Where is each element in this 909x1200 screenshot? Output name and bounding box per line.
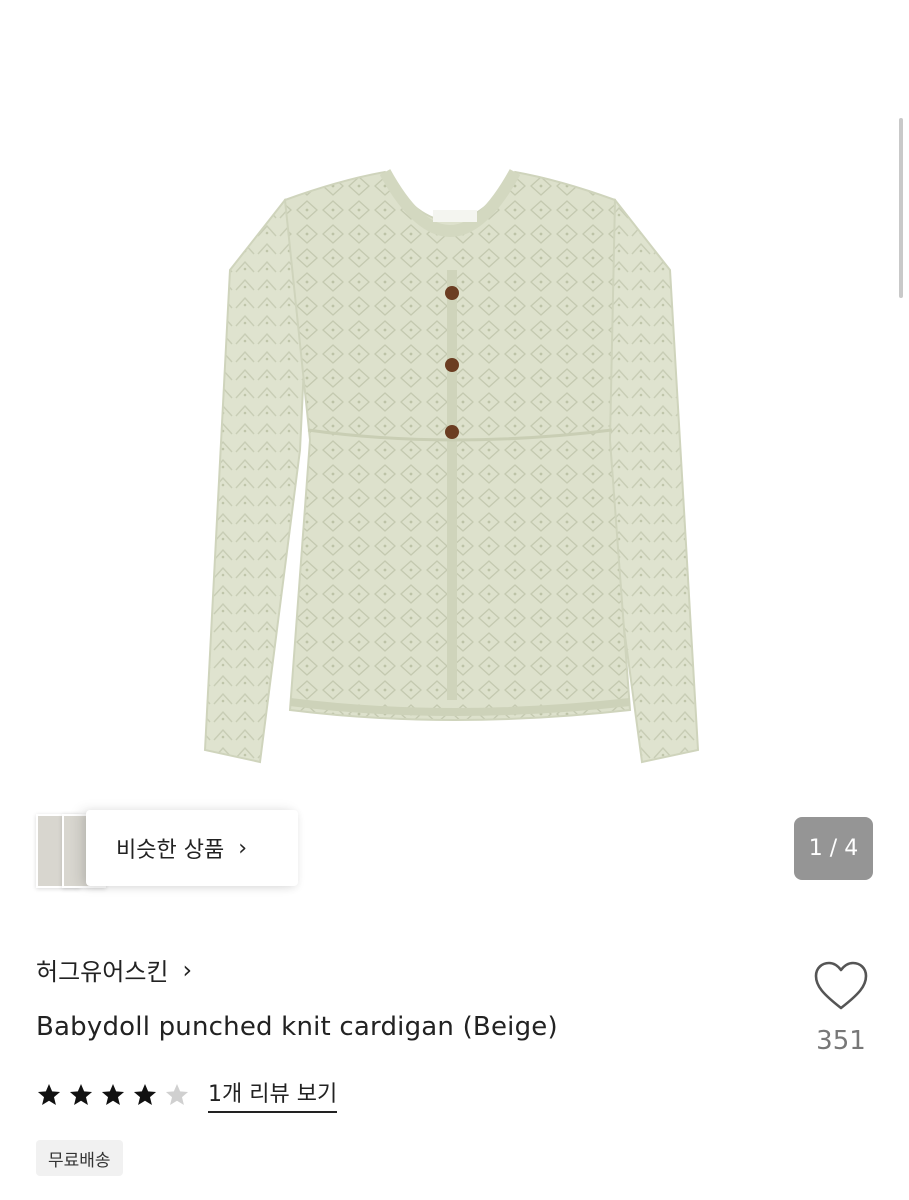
product-image-cardigan: [203, 169, 700, 764]
star-filled-icon: [101, 1083, 125, 1105]
star-filled-icon: [69, 1083, 93, 1105]
free-shipping-badge: 무료배송: [36, 1140, 123, 1176]
review-link[interactable]: 1개 리뷰 보기: [208, 1076, 338, 1113]
like-count: 351: [816, 1026, 866, 1056]
chevron-right-icon: ›: [238, 835, 248, 861]
image-counter: 1 / 4: [794, 817, 873, 880]
rating-stars: [36, 1082, 196, 1108]
heart-icon: [814, 961, 868, 1010]
similar-products-label: 비슷한 상품: [116, 838, 225, 863]
similar-products-chip[interactable]: 비슷한 상품 ›: [36, 810, 298, 888]
like-button[interactable]: 351: [808, 960, 874, 1056]
product-image-gallery[interactable]: 비슷한 상품 › 1 / 4: [0, 0, 909, 910]
star-filled-icon: [133, 1083, 157, 1105]
scrollbar[interactable]: [899, 118, 903, 298]
rating-row: 1개 리뷰 보기: [36, 1076, 338, 1113]
shop-link[interactable]: 허그유어스킨 ›: [36, 952, 192, 987]
similar-products-button[interactable]: 비슷한 상품 ›: [86, 810, 298, 886]
product-title: Babydoll punched knit cardigan (Beige): [36, 1012, 558, 1042]
shop-name: 허그유어스킨: [36, 958, 169, 986]
star-empty-icon: [165, 1083, 189, 1105]
chevron-right-icon: ›: [182, 955, 193, 984]
star-filled-icon: [37, 1083, 61, 1105]
